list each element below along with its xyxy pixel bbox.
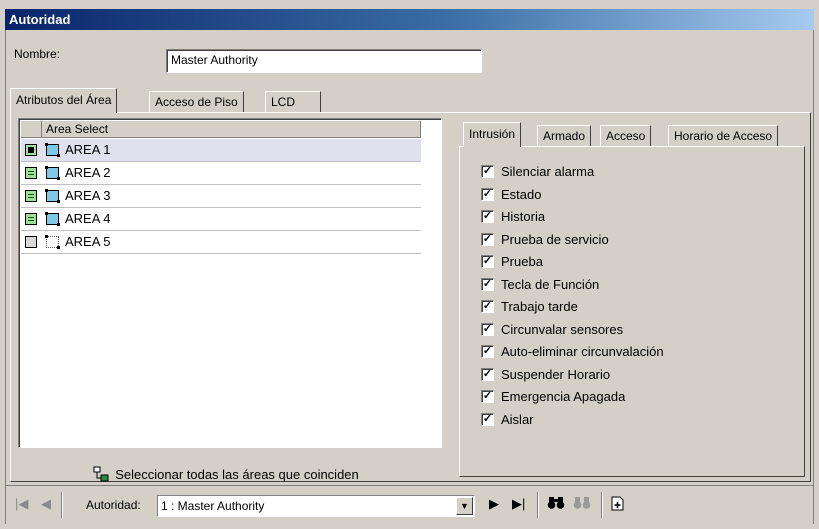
permission-label: Silenciar alarma — [501, 164, 595, 179]
first-record-icon[interactable]: |◀ — [15, 496, 28, 512]
checkbox[interactable]: ✓ — [481, 210, 494, 223]
toolbar-separator — [601, 492, 603, 518]
grid-header: Area Select — [21, 121, 421, 138]
permission-label: Prueba — [501, 254, 543, 269]
grid-corner — [21, 121, 42, 138]
permission-label: Aislar — [501, 412, 534, 427]
area-label: AREA 3 — [65, 188, 111, 203]
checkbox[interactable]: ✓ — [481, 165, 494, 178]
permission-label: Emergencia Apagada — [501, 389, 626, 404]
area-icon — [45, 189, 60, 203]
select-all-label: Seleccionar todas las áreas que coincide… — [115, 467, 359, 482]
grid-column-header[interactable]: Area Select — [42, 121, 421, 138]
permission-label: Prueba de servicio — [501, 232, 609, 247]
window-body: Nombre: Master Authority Atributos del Á… — [5, 30, 814, 524]
nombre-label: Nombre: — [14, 47, 61, 61]
area-label: AREA 1 — [65, 142, 111, 157]
binoculars-icon[interactable] — [547, 496, 565, 514]
checkbox[interactable]: ✓ — [481, 233, 494, 246]
new-record-icon[interactable] — [611, 496, 625, 515]
toolbar-separator — [537, 492, 539, 518]
area-active-marker-icon[interactable] — [25, 144, 37, 156]
tab-lcd[interactable]: LCD — [265, 91, 321, 112]
tab-atributos-del-area[interactable]: Atributos del Área — [10, 88, 118, 113]
area-empty-marker-icon[interactable] — [25, 236, 37, 248]
area-label: AREA 2 — [65, 165, 111, 180]
checkbox[interactable]: ✓ — [481, 345, 494, 358]
area-green-marker-icon[interactable] — [25, 167, 37, 179]
permission-label: Circunvalar sensores — [501, 322, 624, 337]
checkbox[interactable]: ✓ — [481, 323, 494, 336]
last-record-icon[interactable]: ▶| — [512, 496, 525, 512]
record-navigator: |◀ ◀ Autoridad: 1 : Master Authority ▼ ▶… — [5, 485, 814, 525]
autoridad-select-value: 1 : Master Authority — [161, 499, 265, 513]
area-label: AREA 4 — [65, 211, 111, 226]
subtab-armado[interactable]: Armado — [537, 125, 592, 146]
toolbar-separator — [61, 492, 63, 518]
binoculars-disabled-icon[interactable] — [573, 496, 591, 514]
area-icon — [45, 166, 60, 180]
permission-label: Auto-eliminar circunvalación — [501, 344, 664, 359]
permission-label: Suspender Horario — [501, 367, 611, 382]
permission-label: Estado — [501, 187, 542, 202]
area-green-marker-icon[interactable] — [25, 190, 37, 202]
checkbox[interactable]: ✓ — [481, 188, 494, 201]
area-label: AREA 5 — [65, 234, 111, 249]
checkbox[interactable]: ✓ — [481, 390, 494, 403]
area-row[interactable]: AREA 1 — [21, 139, 421, 162]
next-record-icon[interactable]: ▶ — [489, 496, 499, 512]
subtab-intrusion[interactable]: Intrusión — [463, 122, 522, 147]
area-icon — [45, 212, 60, 226]
area-row[interactable]: AREA 2 — [21, 162, 421, 185]
area-green-marker-icon[interactable] — [25, 213, 37, 225]
area-row[interactable]: AREA 4 — [21, 208, 421, 231]
chevron-down-icon[interactable]: ▼ — [456, 497, 473, 515]
navigator-label: Autoridad: — [86, 498, 141, 512]
window-title: Autoridad — [5, 9, 814, 30]
checkbox[interactable]: ✓ — [481, 255, 494, 268]
previous-record-icon[interactable]: ◀ — [41, 496, 51, 512]
permission-label: Tecla de Función — [501, 277, 600, 292]
checkbox[interactable]: ✓ — [481, 300, 494, 313]
permission-label: Trabajo tarde — [501, 299, 578, 314]
subtab-horario-de-acceso[interactable]: Horario de Acceso — [668, 125, 779, 146]
tab-acceso-de-piso[interactable]: Acceso de Piso — [149, 91, 244, 112]
nombre-input[interactable]: Master Authority — [166, 49, 482, 73]
permission-label: Historia — [501, 209, 546, 224]
intrusion-panel: ✓ Silenciar alarma ✓ Estado ✓ Historia ✓ Pru… — [459, 146, 805, 477]
area-empty-icon — [45, 235, 60, 249]
area-grid[interactable]: Area Select AREA 1 AREA 2 AREA 3 AREA 4 … — [18, 118, 442, 448]
select-all-icon — [93, 466, 109, 482]
subtab-acceso[interactable]: Acceso — [600, 125, 652, 146]
area-row[interactable]: AREA 3 — [21, 185, 421, 208]
checkbox[interactable]: ✓ — [481, 368, 494, 381]
autoridad-select[interactable]: 1 : Master Authority ▼ — [157, 495, 475, 517]
area-icon — [45, 143, 60, 157]
area-row[interactable]: AREA 5 — [21, 231, 421, 254]
checkbox[interactable]: ✓ — [481, 278, 494, 291]
checkbox[interactable]: ✓ — [481, 413, 494, 426]
